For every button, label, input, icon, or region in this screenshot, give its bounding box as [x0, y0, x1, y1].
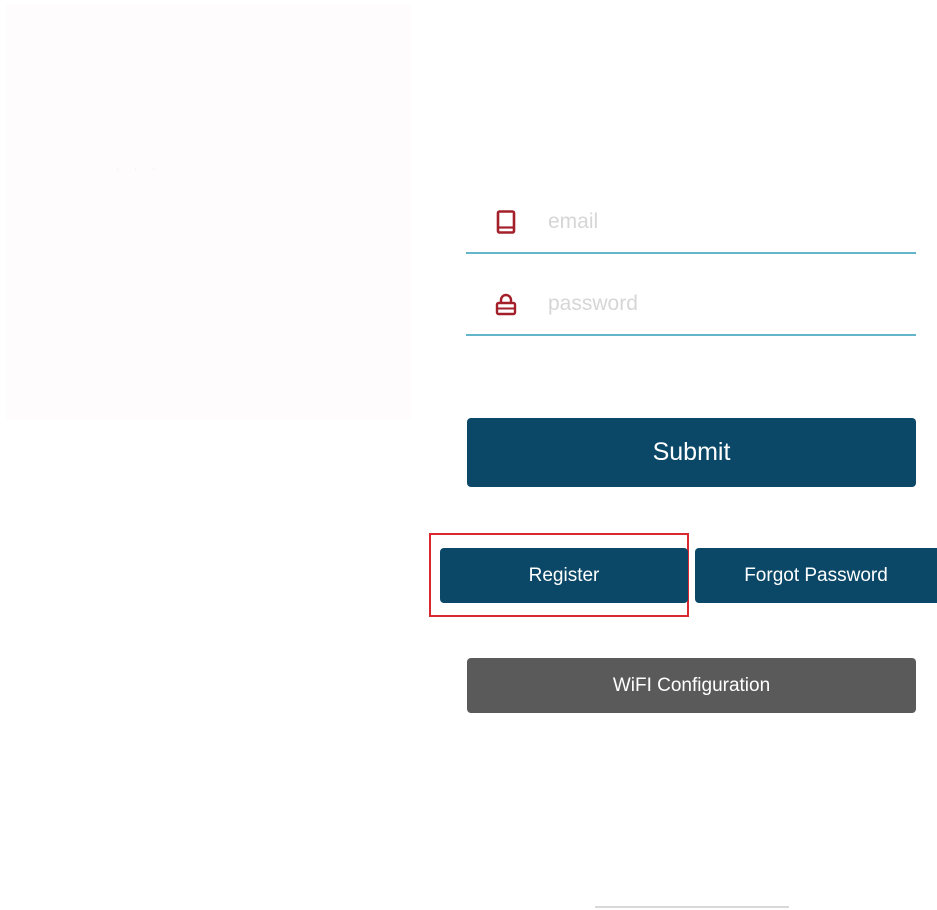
forgot-password-button[interactable]: Forgot Password	[695, 548, 937, 603]
register-button[interactable]: Register	[440, 548, 688, 603]
lock-icon	[494, 292, 518, 316]
password-input[interactable]	[546, 291, 890, 317]
email-field-row	[466, 192, 916, 254]
login-screen: · · · Submit Register Forgot Password Wi…	[0, 0, 937, 910]
tablet-icon	[494, 210, 518, 234]
password-field-row	[466, 274, 916, 336]
left-blank-panel: · · ·	[6, 4, 411, 420]
email-input[interactable]	[546, 209, 890, 235]
submit-button[interactable]: Submit	[467, 418, 916, 487]
faint-text: · · ·	[116, 164, 162, 175]
bottom-divider	[595, 906, 789, 908]
wifi-configuration-button[interactable]: WiFI Configuration	[467, 658, 916, 713]
